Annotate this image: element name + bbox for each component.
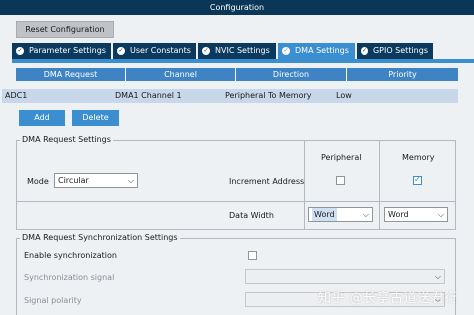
watermark-text: 知乎 @长亭古道送君行 [318,291,458,306]
tab-label: GPIO Settings [372,46,428,55]
cell-direction: Peripheral To Memory [225,91,312,100]
window-title: Configuration [209,3,265,12]
table-header: DMA Request Channel Direction Priority [16,68,458,81]
enable-synchronization-label: Enable synchronization [24,251,117,260]
peripheral-data-width-select[interactable]: Word ⌵ [308,207,373,222]
dma-request-settings-title: DMA Request Settings [20,135,113,144]
check-circle-icon: ✓ [202,47,210,55]
divider-horizontal [17,201,455,202]
synchronization-signal-label: Synchronization signal [24,273,115,282]
peripheral-increment-checkbox[interactable] [336,176,345,185]
increment-address-label: Increment Address [229,177,305,186]
peripheral-data-width-value: Word [312,208,337,221]
tab-gpio-settings[interactable]: ✓ GPIO Settings [357,43,433,59]
mode-value: Circular [58,176,89,185]
window-title-bar: Configuration [0,0,474,15]
column-header-channel[interactable]: Channel [126,68,236,81]
cell-priority: Low [336,91,352,100]
settings-tabs: ✓ Parameter Settings ✓ User Constants ✓ … [12,43,435,59]
cell-channel: DMA1 Channel 1 [115,91,182,100]
check-circle-icon: ✓ [117,47,125,55]
tab-label: User Constants [130,46,191,55]
tab-label: NVIC Settings [215,46,270,55]
table-row[interactable]: ADC1 DMA1 Channel 1 Peripheral To Memory… [2,89,458,103]
memory-column-label: Memory [402,153,435,162]
enable-synchronization-checkbox[interactable] [248,251,257,260]
chevron-down-icon: ⌵ [127,176,134,185]
tab-user-constants[interactable]: ✓ User Constants [113,43,196,59]
delete-button[interactable]: Delete [72,110,119,126]
add-button[interactable]: Add [19,110,65,126]
memory-data-width-select[interactable]: Word ⌵ [384,207,448,222]
mode-label: Mode [27,177,49,186]
column-header-dma-request[interactable]: DMA Request [16,68,126,81]
column-header-priority[interactable]: Priority [347,68,458,81]
tab-nvic-settings[interactable]: ✓ NVIC Settings [198,43,276,59]
tab-dma-settings[interactable]: ✓ DMA Settings [278,43,355,59]
chevron-down-icon: ⌵ [437,210,444,219]
check-circle-icon: ✓ [16,47,24,55]
check-circle-icon: ✓ [361,47,368,55]
chevron-down-icon: ⌵ [434,272,441,281]
column-header-direction[interactable]: Direction [236,68,347,81]
dma-sync-settings-title: DMA Request Synchronization Settings [20,233,180,242]
check-circle-icon: ✓ [282,47,290,55]
reset-configuration-button[interactable]: Reset Configuration [16,21,114,38]
memory-increment-checkbox[interactable] [413,175,422,185]
dma-request-table: DMA Request Channel Direction Priority A… [2,68,458,103]
memory-data-width-value: Word [388,210,409,219]
tab-label: DMA Settings [295,46,349,55]
tab-parameter-settings[interactable]: ✓ Parameter Settings [12,43,111,59]
data-width-label: Data Width [229,211,274,220]
mode-select[interactable]: Circular ⌵ [54,173,138,188]
peripheral-column-label: Peripheral [321,153,362,162]
synchronization-signal-select: ⌵ [245,269,445,284]
tab-label: Parameter Settings [29,46,106,55]
signal-polarity-label: Signal polarity [24,296,82,305]
chevron-down-icon: ⌵ [362,210,369,219]
divider-vertical-2 [379,141,380,230]
cell-dma-request: ADC1 [5,91,28,100]
